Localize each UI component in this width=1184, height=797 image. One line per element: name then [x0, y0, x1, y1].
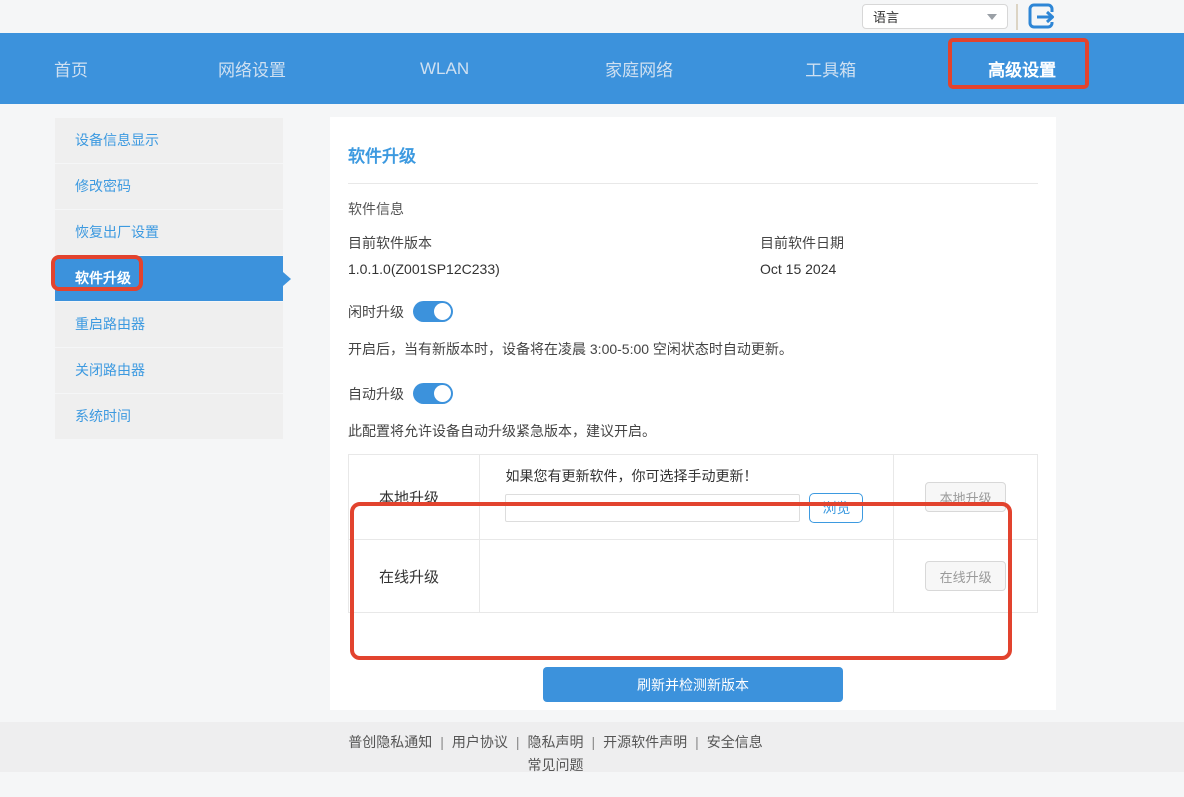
toggle-knob [434, 303, 451, 320]
software-info-label: 软件信息 [348, 199, 1038, 219]
footer: 普创隐私通知 | 用户协议 | 隐私声明 | 开源软件声明 | 安全信息 常见问题 [0, 722, 1184, 772]
active-pointer-icon [283, 272, 291, 286]
logout-button[interactable] [1026, 1, 1058, 33]
language-select-value: 语言 [873, 7, 899, 26]
date-value: Oct 15 2024 [760, 261, 844, 277]
footer-link-privacy-statement[interactable]: 隐私声明 [528, 734, 584, 750]
date-label: 目前软件日期 [760, 233, 844, 253]
online-upgrade-button[interactable]: 在线升级 [925, 561, 1006, 591]
title-divider [348, 183, 1038, 184]
sidebar-item-change-password[interactable]: 修改密码 [55, 164, 283, 209]
footer-link-privacy-notice[interactable]: 普创隐私通知 [348, 734, 432, 750]
version-label: 目前软件版本 [348, 233, 760, 253]
page-title: 软件升级 [348, 142, 1038, 167]
online-upgrade-row-label: 在线升级 [349, 540, 480, 613]
footer-separator: | [695, 734, 699, 750]
sidebar-item-device-info[interactable]: 设备信息显示 [55, 118, 283, 163]
idle-upgrade-label: 闲时升级 [348, 302, 404, 322]
version-value: 1.0.1.0(Z001SP12C233) [348, 261, 760, 277]
refresh-check-version-button[interactable]: 刷新并检测新版本 [543, 667, 843, 702]
chevron-down-icon [987, 14, 997, 20]
sidebar-item-factory-reset[interactable]: 恢复出厂设置 [55, 210, 283, 255]
nav-item-home[interactable]: 首页 [54, 56, 88, 81]
software-upgrade-panel: 软件升级 软件信息 目前软件版本 1.0.1.0(Z001SP12C233) 目… [330, 117, 1056, 710]
nav-item-home-network[interactable]: 家庭网络 [605, 56, 673, 81]
nav-item-advanced-settings[interactable]: 高级设置 [988, 56, 1056, 81]
browse-button[interactable]: 浏览 [809, 493, 863, 523]
footer-separator: | [516, 734, 520, 750]
sidebar: 设备信息显示 修改密码 恢复出厂设置 软件升级 重启路由器 关闭路由器 系统时间 [55, 118, 283, 440]
local-upgrade-button[interactable]: 本地升级 [925, 482, 1006, 512]
idle-upgrade-description: 开启后，当有新版本时，设备将在凌晨 3:00-5:00 空闲状态时自动更新。 [348, 339, 1038, 359]
footer-separator: | [592, 734, 596, 750]
auto-upgrade-toggle[interactable] [413, 383, 453, 404]
language-select[interactable]: 语言 [862, 4, 1008, 29]
footer-link-open-source[interactable]: 开源软件声明 [603, 734, 687, 750]
firmware-file-input[interactable] [505, 494, 800, 522]
sidebar-item-label: 软件升级 [75, 270, 131, 286]
sidebar-item-reboot-router[interactable]: 重启路由器 [55, 302, 283, 347]
toggle-knob [434, 385, 451, 402]
sidebar-item-shutdown-router[interactable]: 关闭路由器 [55, 348, 283, 393]
upgrade-table: 本地升级 如果您有更新软件，你可选择手动更新！ 浏览 本地升级 在线升级 在线升… [348, 454, 1038, 613]
online-upgrade-row: 在线升级 在线升级 [349, 540, 1038, 613]
auto-upgrade-description: 此配置将允许设备自动升级紧急版本，建议开启。 [348, 421, 1038, 441]
topbar: 语言 [0, 0, 1184, 33]
auto-upgrade-label: 自动升级 [348, 384, 404, 404]
sidebar-item-software-upgrade[interactable]: 软件升级 [55, 256, 283, 301]
footer-link-user-agreement[interactable]: 用户协议 [452, 734, 508, 750]
logout-icon [1027, 2, 1057, 32]
idle-upgrade-toggle[interactable] [413, 301, 453, 322]
nav-item-toolbox[interactable]: 工具箱 [805, 56, 856, 81]
local-upgrade-hint: 如果您有更新软件，你可选择手动更新！ [505, 466, 868, 486]
nav-item-network[interactable]: 网络设置 [218, 56, 286, 81]
footer-link-security-info[interactable]: 安全信息 [707, 734, 763, 750]
main-nav: 首页 网络设置 WLAN 家庭网络 工具箱 高级设置 [0, 33, 1184, 104]
sidebar-item-system-time[interactable]: 系统时间 [55, 394, 283, 439]
footer-separator: | [440, 734, 444, 750]
local-upgrade-row: 本地升级 如果您有更新软件，你可选择手动更新！ 浏览 本地升级 [349, 455, 1038, 540]
footer-link-faq[interactable]: 常见问题 [528, 757, 584, 773]
local-upgrade-row-label: 本地升级 [349, 455, 480, 540]
software-info-grid: 目前软件版本 1.0.1.0(Z001SP12C233) 目前软件日期 Oct … [348, 233, 1038, 277]
topbar-divider [1016, 4, 1018, 30]
nav-item-wlan[interactable]: WLAN [420, 59, 469, 79]
